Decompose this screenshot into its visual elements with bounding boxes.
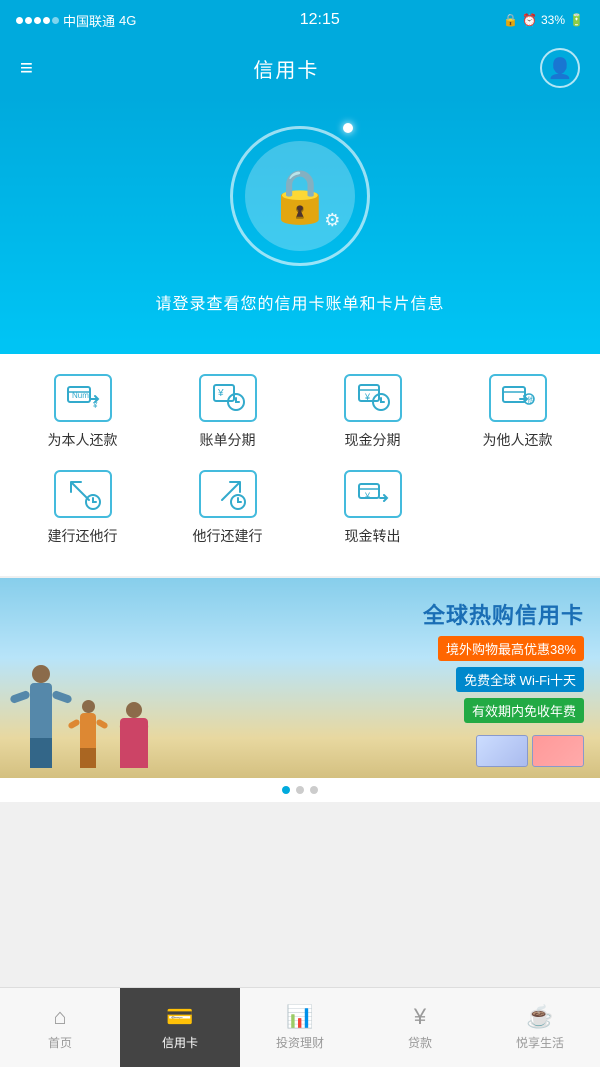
gear-icon: ⚙ <box>324 210 340 231</box>
other-payment-label: 为他人还款 <box>483 430 553 450</box>
menu-button[interactable]: ≡ <box>20 57 33 79</box>
status-right: 🔒 ⏰ 33% 🔋 <box>503 13 584 27</box>
banner-cards <box>476 735 584 767</box>
svg-text:¥: ¥ <box>217 388 224 399</box>
tab-loan[interactable]: ¥ 贷款 <box>360 988 480 1067</box>
banner-image: 全球热购信用卡 境外购物最高优惠38% 免费全球 Wi-Fi十天 有效期内免收年… <box>0 578 600 778</box>
tab-investment-label: 投资理财 <box>276 1034 324 1051</box>
battery-icon: 🔋 <box>569 13 584 27</box>
other-to-ccb-icon <box>199 470 257 518</box>
cash-installment-icon: ¥ <box>344 374 402 422</box>
lock-circle-inner: 🔒 ⚙ <box>245 141 355 251</box>
banner-section[interactable]: 全球热购信用卡 境外购物最高优惠38% 免费全球 Wi-Fi十天 有效期内免收年… <box>0 578 600 802</box>
self-payment-label: 为本人还款 <box>48 430 118 450</box>
chart-icon: 📊 <box>286 1004 313 1030</box>
bill-installment-label: 账单分期 <box>200 430 256 450</box>
self-payment-icon: Num ¥ <box>54 374 112 422</box>
mini-card-2 <box>532 735 584 767</box>
status-left: 中国联通 4G <box>16 11 136 30</box>
action-bill-installment[interactable]: ¥ 账单分期 <box>168 374 288 450</box>
action-row-2: 建行还他行 他行还建行 ¥ 现金转出 <box>10 470 590 546</box>
home-icon: ⌂ <box>53 1004 66 1030</box>
mini-card-1 <box>476 735 528 767</box>
network-label: 4G <box>119 13 136 28</box>
hero-description: 请登录查看您的信用卡账单和卡片信息 <box>155 290 444 314</box>
ccb-to-other-icon <box>54 470 112 518</box>
action-other-payment[interactable]: 他 为他人还款 <box>458 374 578 450</box>
svg-text:¥: ¥ <box>364 392 371 402</box>
profile-button[interactable]: 👤 <box>540 48 580 88</box>
cash-transfer-label: 现金转出 <box>345 526 401 546</box>
bill-installment-icon: ¥ <box>199 374 257 422</box>
profile-icon: 👤 <box>548 56 573 81</box>
action-other-to-ccb[interactable]: 他行还建行 <box>168 470 288 546</box>
hero-section: 🔒 ⚙ 请登录查看您的信用卡账单和卡片信息 <box>0 96 600 354</box>
time-label: 12:15 <box>300 11 340 29</box>
svg-text:¥: ¥ <box>92 401 98 410</box>
tab-bar: ⌂ 首页 💳 信用卡 📊 投资理财 ¥ 贷款 ☕ 悦享生活 <box>0 987 600 1067</box>
cash-transfer-icon: ¥ <box>344 470 402 518</box>
banner-badge-1: 境外购物最高优惠38% <box>438 636 584 661</box>
carrier-label: 中国联通 <box>63 11 115 30</box>
tab-home[interactable]: ⌂ 首页 <box>0 988 120 1067</box>
lock-circle-outer: 🔒 ⚙ <box>230 126 370 266</box>
action-grid: Num ¥ 为本人还款 ¥ 账单分期 <box>0 354 600 576</box>
lock-status-icon: 🔒 <box>503 13 518 27</box>
dot-1 <box>282 786 290 794</box>
lock-icon: 🔒 ⚙ <box>268 166 333 227</box>
tab-lifestyle-label: 悦享生活 <box>516 1034 564 1051</box>
battery-label: 33% <box>541 13 565 27</box>
loan-icon: ¥ <box>414 1004 426 1030</box>
banner-dots <box>0 778 600 802</box>
action-cash-transfer[interactable]: ¥ 现金转出 <box>313 470 433 546</box>
alarm-icon: ⏰ <box>522 13 537 27</box>
action-row-1: Num ¥ 为本人还款 ¥ 账单分期 <box>10 374 590 450</box>
dot-2 <box>296 786 304 794</box>
nav-bar: ≡ 信用卡 👤 <box>0 40 600 96</box>
tab-investment[interactable]: 📊 投资理财 <box>240 988 360 1067</box>
action-cash-installment[interactable]: ¥ 现金分期 <box>313 374 433 450</box>
lifestyle-icon: ☕ <box>526 1004 553 1030</box>
page-title: 信用卡 <box>253 54 319 83</box>
tab-loan-label: 贷款 <box>408 1034 432 1051</box>
banner-badge-3: 有效期内免收年费 <box>464 698 584 723</box>
cash-installment-label: 现金分期 <box>345 430 401 450</box>
tab-creditcard-label: 信用卡 <box>162 1034 198 1051</box>
tab-home-label: 首页 <box>48 1034 72 1051</box>
tab-creditcard[interactable]: 💳 信用卡 <box>120 988 240 1067</box>
banner-text-area: 全球热购信用卡 境外购物最高优惠38% 免费全球 Wi-Fi十天 有效期内免收年… <box>423 598 584 767</box>
tab-lifestyle[interactable]: ☕ 悦享生活 <box>480 988 600 1067</box>
svg-text:¥: ¥ <box>364 491 371 501</box>
other-to-ccb-label: 他行还建行 <box>193 526 263 546</box>
action-ccb-to-other[interactable]: 建行还他行 <box>23 470 143 546</box>
ccb-to-other-label: 建行还他行 <box>48 526 118 546</box>
creditcard-icon: 💳 <box>166 1004 193 1030</box>
other-payment-icon: 他 <box>489 374 547 422</box>
banner-title: 全球热购信用卡 <box>423 598 584 630</box>
dot-3 <box>310 786 318 794</box>
banner-badge-2: 免费全球 Wi-Fi十天 <box>456 667 584 692</box>
status-bar: 中国联通 4G 12:15 🔒 ⏰ 33% 🔋 <box>0 0 600 40</box>
svg-text:他: 他 <box>527 395 534 404</box>
action-self-payment[interactable]: Num ¥ 为本人还款 <box>23 374 143 450</box>
